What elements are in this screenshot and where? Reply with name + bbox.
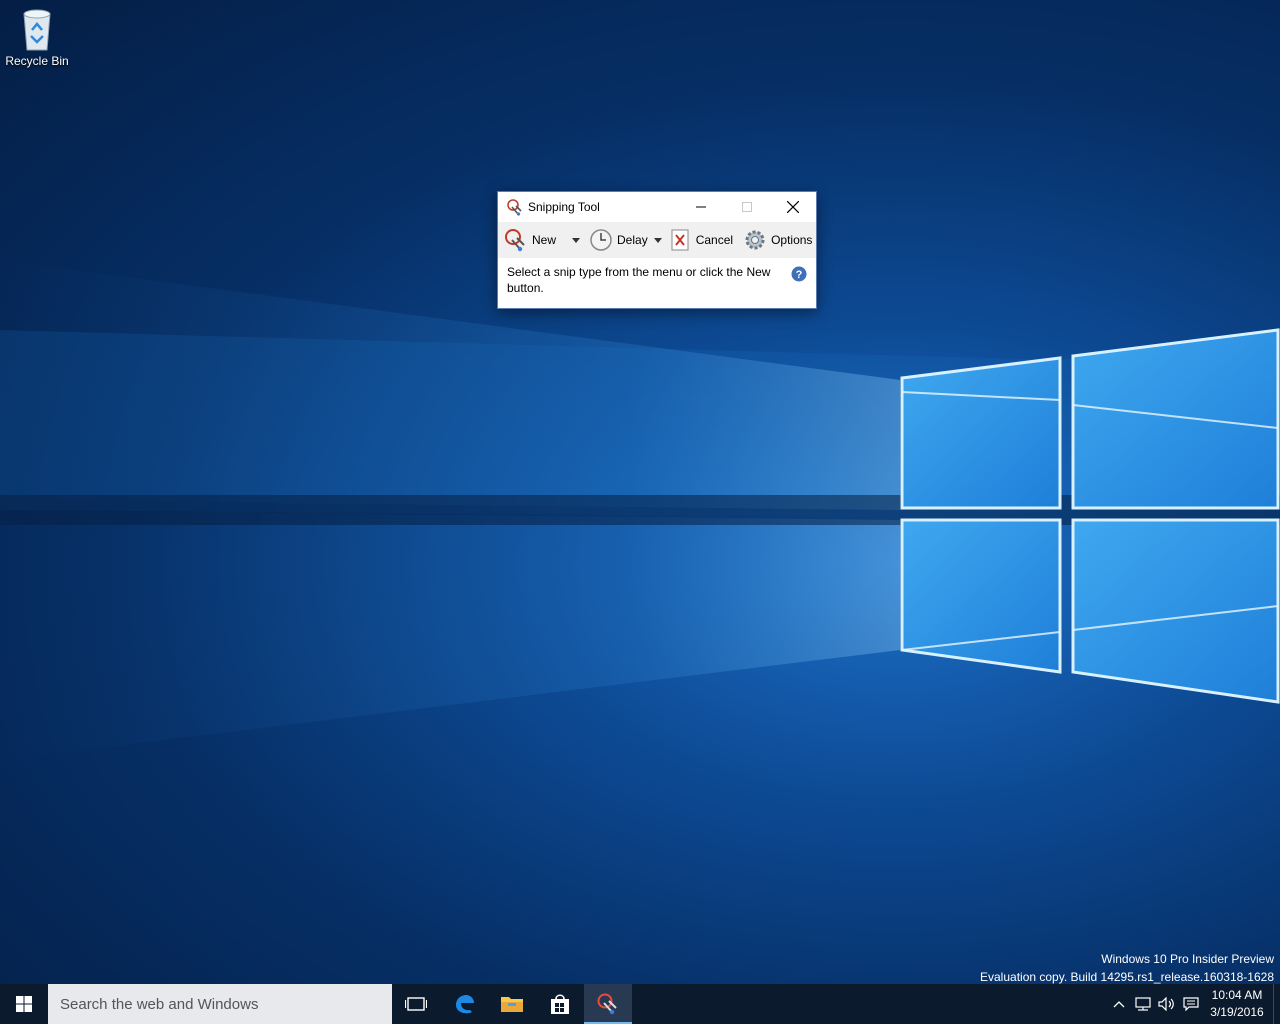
snipping-tool-icon <box>597 993 617 1015</box>
desktop-wallpaper <box>0 0 1280 984</box>
new-button[interactable]: New <box>504 226 556 254</box>
cancel-label: Cancel <box>695 233 734 247</box>
taskbar-snipping-tool[interactable] <box>584 984 632 1024</box>
close-icon <box>787 201 799 213</box>
clock-date: 3/19/2016 <box>1210 1005 1264 1019</box>
taskbar-edge[interactable] <box>440 984 488 1024</box>
maximize-icon <box>742 202 752 212</box>
title-bar[interactable]: Snipping Tool <box>498 192 816 222</box>
edge-icon <box>456 995 474 1014</box>
file-explorer-icon <box>501 997 523 1012</box>
recycle-bin-icon <box>17 6 57 52</box>
minimize-icon <box>696 206 706 208</box>
cancel-button[interactable]: Cancel <box>668 226 733 254</box>
help-icon: ? <box>791 266 807 282</box>
action-center-button[interactable] <box>1179 984 1203 1024</box>
search-placeholder: Search the web and Windows <box>60 995 259 1013</box>
chevron-up-icon <box>1113 1001 1125 1008</box>
network-icon <box>1135 997 1151 1011</box>
status-message: Select a snip type from the menu or clic… <box>507 265 771 295</box>
build-watermark: Windows 10 Pro Insider Preview Evaluatio… <box>980 950 1274 986</box>
clock[interactable]: 10:04 AM 3/19/2016 <box>1207 987 1267 1021</box>
recycle-bin-label: Recycle Bin <box>5 54 69 68</box>
snipping-tool-icon <box>506 198 524 216</box>
options-label: Options <box>771 233 813 247</box>
svg-text:?: ? <box>796 269 803 281</box>
notification-icon <box>1183 997 1199 1011</box>
show-desktop-button[interactable] <box>1273 984 1280 1024</box>
new-mode-dropdown[interactable] <box>570 234 582 246</box>
volume-button[interactable] <box>1155 984 1179 1024</box>
speaker-icon <box>1158 997 1174 1011</box>
chevron-down-icon <box>572 237 581 243</box>
minimize-button[interactable] <box>678 192 724 222</box>
taskbar-store[interactable] <box>536 984 584 1024</box>
delay-button[interactable]: Delay <box>589 226 648 254</box>
start-button[interactable] <box>0 984 48 1024</box>
windows-logo-icon <box>16 996 32 1012</box>
delay-dropdown[interactable] <box>652 234 664 246</box>
taskbar: Search the web and Windows 10:04 AM 3/19… <box>0 984 1280 1024</box>
chevron-down-icon <box>653 237 662 243</box>
cancel-icon <box>668 228 692 252</box>
close-button[interactable] <box>770 192 816 222</box>
clock-time: 10:04 AM <box>1211 988 1263 1002</box>
watermark-edition: Windows 10 Pro Insider Preview <box>1101 952 1274 966</box>
taskbar-file-explorer[interactable] <box>488 984 536 1024</box>
new-snip-icon <box>504 228 528 252</box>
show-hidden-icons-button[interactable] <box>1107 984 1131 1024</box>
new-label: New <box>532 233 557 247</box>
options-button[interactable]: Options <box>743 226 812 254</box>
network-button[interactable] <box>1131 984 1155 1024</box>
clock-icon <box>589 228 613 252</box>
gear-icon <box>743 228 767 252</box>
maximize-button[interactable] <box>724 192 770 222</box>
search-box[interactable]: Search the web and Windows <box>48 984 392 1024</box>
system-tray: 10:04 AM 3/19/2016 <box>1107 984 1280 1024</box>
store-icon <box>551 994 569 1014</box>
delay-label: Delay <box>617 233 648 247</box>
help-button[interactable]: ? <box>791 266 807 282</box>
status-message-area: Select a snip type from the menu or clic… <box>498 258 816 308</box>
task-view-icon <box>405 997 427 1011</box>
task-view-button[interactable] <box>392 984 440 1024</box>
desktop-icon-recycle-bin[interactable]: Recycle Bin <box>4 6 70 68</box>
toolbar: New Delay Cancel Options <box>498 222 816 258</box>
window-title: Snipping Tool <box>528 200 600 214</box>
snipping-tool-window: Snipping Tool New Delay Cancel Options S… <box>497 191 817 309</box>
